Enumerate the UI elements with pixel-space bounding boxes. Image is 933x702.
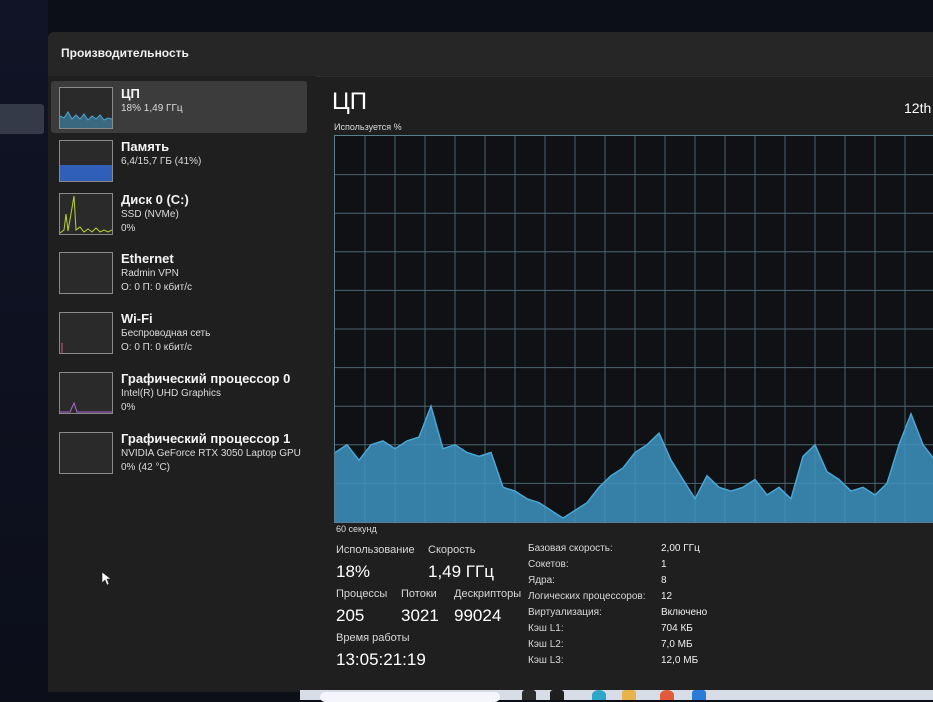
sockets-label: Сокетов: <box>528 559 569 570</box>
sidebar-item-detail: Radmin VPN <box>121 268 179 279</box>
base-speed-value: 2,00 ГГц <box>661 543 700 554</box>
edge-browser-icon[interactable] <box>592 690 606 700</box>
handles-value: 99024 <box>454 606 502 625</box>
desktop-background <box>0 0 48 700</box>
sidebar-item-label: Графический процессор 1 <box>121 431 291 446</box>
ethernet-graph-thumbnail <box>59 252 113 294</box>
sidebar-item-usage: О: 0 П: 0 кбит/с <box>121 342 193 353</box>
cpu-detail-pane: ЦП 12th Используется % 60 секунд Использ… <box>316 76 933 692</box>
processes-label: Процессы <box>336 588 388 600</box>
browser-icon[interactable] <box>660 690 674 700</box>
task-manager-window: Производительность ЦП 18% 1,49 ГГц Памят… <box>48 32 933 692</box>
file-explorer-icon[interactable] <box>622 690 636 700</box>
sidebar-item-label: Wi-Fi <box>121 311 153 326</box>
sidebar-item-disk[interactable]: Диск 0 (C:) SSD (NVMe) 0% <box>51 187 307 239</box>
sidebar-item-gpu1[interactable]: Графический процессор 1 NVIDIA GeForce R… <box>51 426 307 478</box>
cache-l2-label: Кэш L2: <box>528 639 564 650</box>
speed-value: 1,49 ГГц <box>428 562 494 581</box>
gpu1-graph-thumbnail <box>59 432 113 474</box>
memory-graph-thumbnail <box>59 140 113 182</box>
task-manager-taskbar-icon[interactable] <box>692 690 706 700</box>
handles-label: Дескрипторы <box>454 588 522 600</box>
taskbar-app-icon[interactable] <box>550 690 564 700</box>
cache-l3-label: Кэш L3: <box>528 655 564 666</box>
sidebar-item-label: Графический процессор 0 <box>121 371 291 386</box>
sidebar-item-label: Диск 0 (C:) <box>121 192 189 207</box>
sidebar-item-wifi[interactable]: Wi-Fi Беспроводная сеть О: 0 П: 0 кбит/с <box>51 306 307 358</box>
sidebar-item-detail: Intel(R) UHD Graphics <box>121 388 222 399</box>
base-speed-label: Базовая скорость: <box>528 543 613 554</box>
windows-taskbar <box>300 690 933 702</box>
graph-caption: Используется % <box>334 122 402 132</box>
cpu-graph-thumbnail <box>59 87 113 129</box>
cores-label: Ядра: <box>528 575 555 586</box>
graph-time-span: 60 секунд <box>336 524 377 534</box>
page-title: Производительность <box>61 46 189 60</box>
sidebar-item-detail: 18% 1,49 ГГц <box>121 103 183 114</box>
cores-value: 8 <box>661 575 667 586</box>
disk-graph-thumbnail <box>59 193 113 235</box>
sidebar-item-detail: 6,4/15,7 ГБ (41%) <box>121 156 202 167</box>
logical-processors-label: Логических процессоров: <box>528 591 646 602</box>
resource-title: ЦП <box>332 88 368 115</box>
usage-value: 18% <box>336 562 371 581</box>
sidebar-item-cpu[interactable]: ЦП 18% 1,49 ГГц <box>51 81 307 133</box>
sidebar-item-detail: Беспроводная сеть <box>121 328 211 339</box>
taskbar-search-box[interactable] <box>320 692 500 702</box>
sidebar-item-detail: NVIDIA GeForce RTX 3050 Laptop GPU <box>121 448 301 459</box>
usage-label: Использование <box>336 544 415 556</box>
wifi-graph-thumbnail <box>59 312 113 354</box>
sockets-value: 1 <box>661 559 667 570</box>
sidebar-item-gpu0[interactable]: Графический процессор 0 Intel(R) UHD Gra… <box>51 366 307 418</box>
virtualization-value: Включено <box>661 607 708 618</box>
speed-label: Скорость <box>428 544 476 556</box>
cache-l2-value: 7,0 МБ <box>661 639 693 650</box>
sidebar-item-detail: SSD (NVMe) <box>121 209 179 220</box>
sidebar-item-usage: 0% (42 °C) <box>121 462 171 473</box>
cache-l1-label: Кэш L1: <box>528 623 564 634</box>
background-window-edge <box>0 104 44 134</box>
virtualization-label: Виртуализация: <box>528 607 602 618</box>
taskbar-app-icon[interactable] <box>522 690 536 700</box>
gpu0-graph-thumbnail <box>59 372 113 414</box>
sidebar-item-label: Ethernet <box>121 251 174 266</box>
uptime-value: 13:05:21:19 <box>336 650 426 669</box>
uptime-label: Время работы <box>336 632 410 644</box>
sidebar-item-usage: 0% <box>121 402 136 413</box>
sidebar-item-label: Память <box>121 139 170 154</box>
cpu-model-name: 12th <box>904 100 932 116</box>
sidebar-item-usage: 0% <box>121 223 136 234</box>
resource-sidebar: ЦП 18% 1,49 ГГц Память 6,4/15,7 ГБ (41%)… <box>48 76 316 692</box>
processes-value: 205 <box>336 606 365 625</box>
sidebar-item-memory[interactable]: Память 6,4/15,7 ГБ (41%) <box>51 134 307 186</box>
sidebar-item-ethernet[interactable]: Ethernet Radmin VPN О: 0 П: 0 кбит/с <box>51 246 307 298</box>
title-bar[interactable]: Производительность <box>48 32 933 77</box>
sidebar-item-usage: О: 0 П: 0 кбит/с <box>121 282 193 293</box>
sidebar-item-label: ЦП <box>121 86 140 101</box>
cache-l3-value: 12,0 МБ <box>661 655 699 666</box>
threads-label: Потоки <box>401 588 437 600</box>
cache-l1-value: 704 КБ <box>661 623 693 634</box>
cpu-usage-graph <box>334 135 933 523</box>
logical-processors-value: 12 <box>661 591 673 602</box>
threads-value: 3021 <box>401 606 439 625</box>
